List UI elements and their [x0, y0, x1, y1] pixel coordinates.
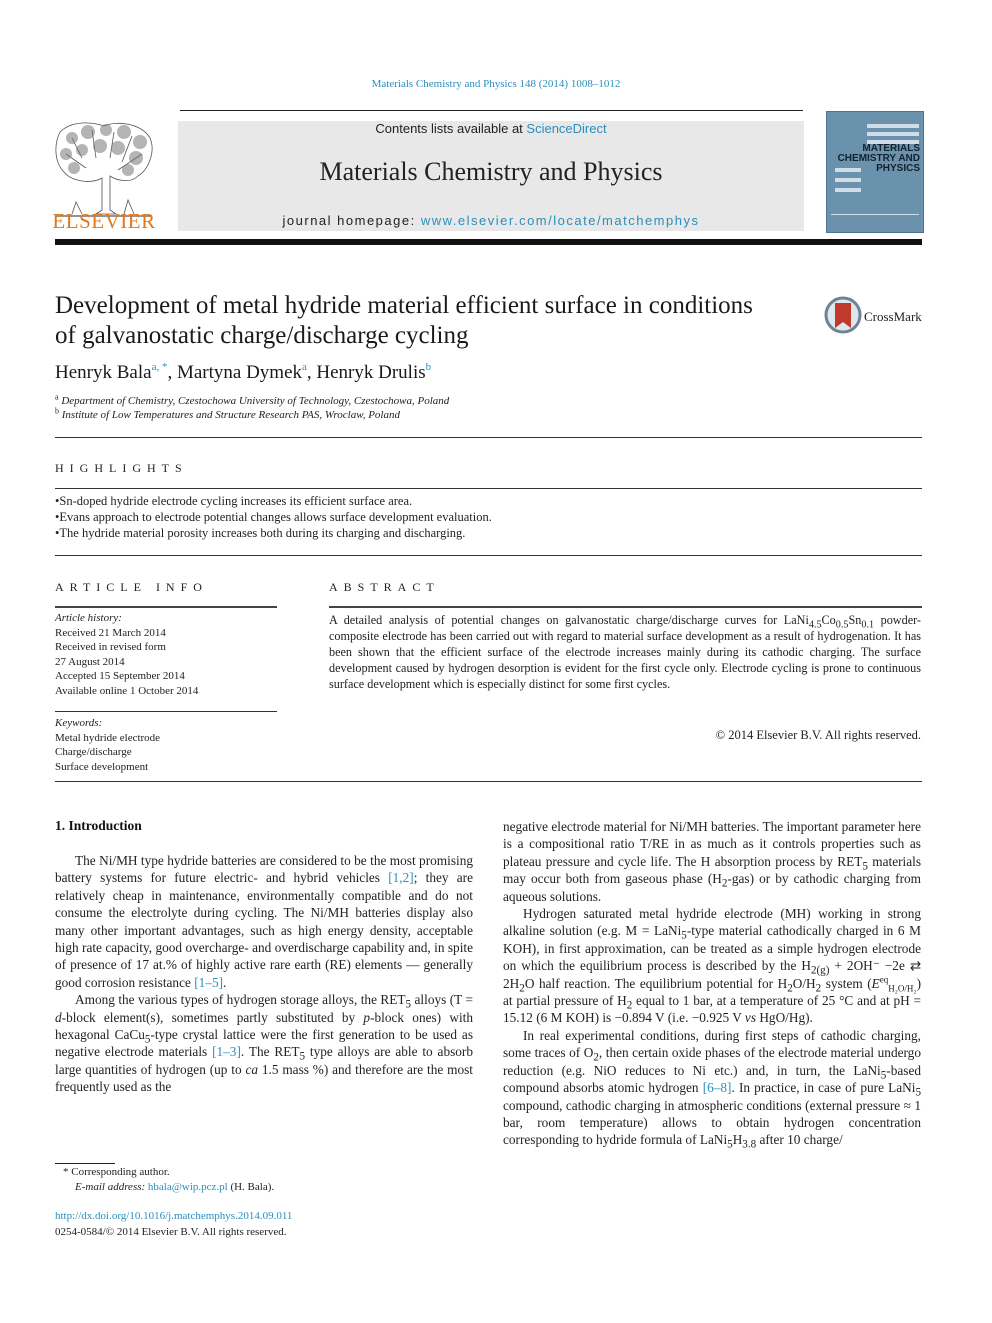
contents-prefix: Contents lists available at: [375, 121, 527, 136]
journal-title: Materials Chemistry and Physics: [319, 157, 663, 186]
journal-cover-thumbnail[interactable]: MATERIALS CHEMISTRY AND PHYSICS: [826, 111, 924, 233]
highlight-item: •Evans approach to electrode potential c…: [55, 510, 492, 524]
history-item: Available online 1 October 2014: [55, 684, 199, 697]
keywords: Keywords: Metal hydride electrode Charge…: [55, 716, 160, 774]
paragraph: Hydrogen saturated metal hydride electro…: [503, 906, 922, 1026]
divider: [55, 555, 922, 556]
homepage-prefix: journal homepage:: [282, 213, 421, 228]
body-column-right: negative electrode material for Ni/MH ba…: [503, 818, 922, 1151]
journal-homepage-link[interactable]: www.elsevier.com/locate/matchemphys: [421, 213, 700, 228]
author-list: Henryk Balaa, *, Martyna Dymeka, Henryk …: [55, 361, 432, 384]
email-note: E-mail address: hbala@wip.pcz.pl (H. Bal…: [75, 1181, 275, 1193]
reference-link[interactable]: [1–3]: [212, 1044, 241, 1059]
divider: [55, 437, 922, 438]
highlights-heading: HIGHLIGHTS: [55, 461, 188, 475]
abstract-text: A detailed analysis of potential changes…: [329, 613, 921, 691]
article-info-heading: ARTICLE INFO: [55, 580, 208, 594]
author-marks[interactable]: a, *: [152, 361, 168, 373]
article-title: Development of metal hydride material ef…: [55, 291, 815, 351]
issn-copyright: 0254-0584/© 2014 Elsevier B.V. All right…: [55, 1226, 287, 1238]
paragraph: The Ni/MH type hydride batteries are con…: [55, 853, 473, 990]
author-marks[interactable]: a: [302, 361, 307, 373]
crossmark-icon[interactable]: [824, 296, 864, 336]
author-name[interactable]: Henryk Drulis: [316, 362, 425, 383]
affiliation: a Department of Chemistry, Czestochowa U…: [55, 392, 450, 407]
history-label: Article history:: [55, 612, 122, 624]
body-column-left: The Ni/MH type hydride batteries are con…: [55, 852, 473, 1096]
article-title-line2: of galvanostatic charge/discharge cyclin…: [55, 322, 469, 349]
divider: [55, 488, 922, 489]
history-item: Received in revised form: [55, 641, 166, 653]
crossmark-label[interactable]: CrossMark: [864, 309, 922, 325]
contents-line: Contents lists available at ScienceDirec…: [178, 121, 804, 136]
abstract-heading: ABSTRACT: [329, 580, 440, 594]
divider: [329, 606, 922, 608]
reference-link[interactable]: [1–5]: [194, 975, 223, 990]
paragraph: negative electrode material for Ni/MH ba…: [503, 819, 921, 904]
corresponding-author-note: * Corresponding author.: [63, 1166, 170, 1178]
keyword-item: Surface development: [55, 760, 149, 773]
article-history: Article history: Received 21 March 2014 …: [55, 611, 198, 698]
sciencedirect-link[interactable]: ScienceDirect: [526, 121, 606, 136]
footnote-rule: [55, 1163, 115, 1164]
doi-link[interactable]: http://dx.doi.org/10.1016/j.matchemphys.…: [55, 1210, 292, 1222]
highlight-item: •Sn-doped hydride electrode cycling incr…: [55, 494, 413, 508]
paragraph: Among the various types of hydrogen stor…: [55, 992, 474, 1095]
header-thick-rule: [55, 239, 922, 245]
keyword-item: Charge/discharge: [55, 746, 132, 758]
journal-homepage-line: journal homepage: www.elsevier.com/locat…: [178, 213, 804, 228]
article-title-line1: Development of metal hydride material ef…: [55, 292, 753, 319]
reference-link[interactable]: [1,2]: [388, 870, 413, 885]
journal-citation-link[interactable]: Materials Chemistry and Physics 148 (201…: [0, 78, 992, 90]
header-rule: [180, 110, 803, 111]
divider: [55, 781, 922, 782]
highlight-item: •The hydride material porosity increases…: [55, 526, 466, 540]
section-heading-introduction: 1. Introduction: [55, 818, 142, 833]
reference-link[interactable]: [6–8]: [703, 1080, 732, 1095]
author-name[interactable]: Martyna Dymek: [177, 362, 302, 383]
abstract-copyright: © 2014 Elsevier B.V. All rights reserved…: [715, 728, 921, 742]
author-name[interactable]: Henryk Bala: [55, 362, 152, 383]
keyword-item: Metal hydride electrode: [55, 731, 161, 744]
paragraph: In real experimental conditions, during …: [503, 1027, 921, 1151]
history-item: 27 August 2014: [55, 655, 125, 668]
author-marks[interactable]: b: [426, 361, 432, 373]
affiliation: b Institute of Low Temperatures and Stru…: [55, 406, 400, 421]
divider: [55, 606, 277, 608]
divider: [55, 711, 277, 712]
keywords-label: Keywords:: [55, 717, 103, 729]
history-item: Accepted 15 September 2014: [55, 670, 185, 682]
cover-title-line3: PHYSICS: [876, 163, 920, 174]
elsevier-wordmark: ELSEVIER: [52, 209, 156, 233]
history-item: Received 21 March 2014: [55, 626, 166, 639]
email-link[interactable]: hbala@wip.pcz.pl: [148, 1181, 228, 1193]
